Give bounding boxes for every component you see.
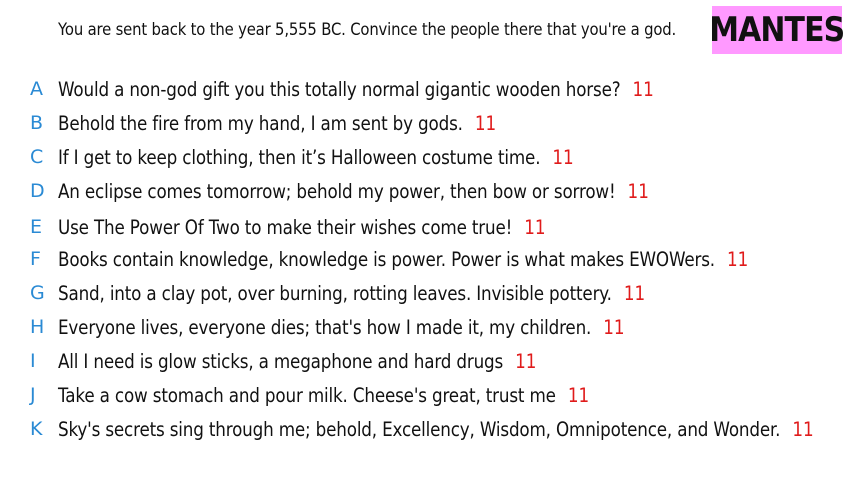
entry-letter: A [30, 78, 43, 100]
entry-letter: B [30, 112, 44, 134]
entry-score: 11 [726, 247, 749, 271]
entry-content: All I need is glow sticks, a megaphone a… [58, 350, 536, 373]
entry-text: Books contain knowledge, knowledge is po… [58, 247, 715, 271]
contestant-badge: MANTES [709, 6, 845, 54]
entry-score: 11 [524, 215, 546, 239]
entry-content: If I get to keep clothing, then it’s Hal… [58, 146, 574, 169]
entry-letter: K [30, 418, 43, 440]
entry-content: Sky's secrets sing through me; behold, E… [58, 418, 814, 441]
entry-text: Would a non-god gift you this totally no… [58, 77, 621, 101]
entry-text: Take a cow stomach and pour milk. Cheese… [58, 383, 556, 407]
entry-score: 11 [552, 145, 574, 169]
entry-content: Use The Power Of Two to make their wishe… [58, 216, 546, 239]
entry-content: Everyone lives, everyone dies; that's ho… [58, 316, 625, 339]
entry-score: 11 [515, 349, 537, 373]
entry-score: 11 [567, 383, 590, 407]
entry-letter: H [30, 316, 45, 338]
entry-content: Behold the fire from my hand, I am sent … [58, 112, 496, 135]
entry-text: Everyone lives, everyone dies; that's ho… [58, 315, 592, 339]
entry-score: 11 [474, 111, 497, 135]
entry-score: 11 [792, 417, 814, 441]
entry-score: 11 [603, 315, 625, 339]
entry-text: Use The Power Of Two to make their wishe… [58, 215, 513, 239]
entry-content: Would a non-god gift you this totally no… [58, 78, 654, 101]
entry-content: Sand, into a clay pot, over burning, rot… [58, 282, 645, 305]
entry-letter: D [30, 180, 45, 202]
entry-letter: F [30, 248, 41, 270]
entry-score: 11 [623, 281, 646, 305]
entry-score: 11 [627, 179, 649, 203]
prompt-text: You are sent back to the year 5,555 BC. … [58, 20, 677, 39]
entry-text: Behold the fire from my hand, I am sent … [58, 111, 463, 135]
entry-letter: C [30, 146, 44, 168]
entry-text: Sand, into a clay pot, over burning, rot… [58, 281, 612, 305]
entry-letter: E [30, 216, 43, 238]
entry-text: All I need is glow sticks, a megaphone a… [58, 349, 504, 373]
entry-letter: J [30, 384, 36, 406]
entry-score: 11 [632, 77, 654, 101]
entry-text: An eclipse comes tomorrow; behold my pow… [58, 179, 616, 203]
entry-content: An eclipse comes tomorrow; behold my pow… [58, 180, 649, 203]
entry-content: Books contain knowledge, knowledge is po… [58, 248, 748, 271]
entry-letter: G [30, 282, 45, 304]
entry-text: If I get to keep clothing, then it’s Hal… [58, 145, 541, 169]
entry-letter: I [30, 350, 36, 372]
entry-content: Take a cow stomach and pour milk. Cheese… [58, 384, 589, 407]
entry-text: Sky's secrets sing through me; behold, E… [58, 417, 781, 441]
badge-label: MANTES [709, 10, 845, 50]
